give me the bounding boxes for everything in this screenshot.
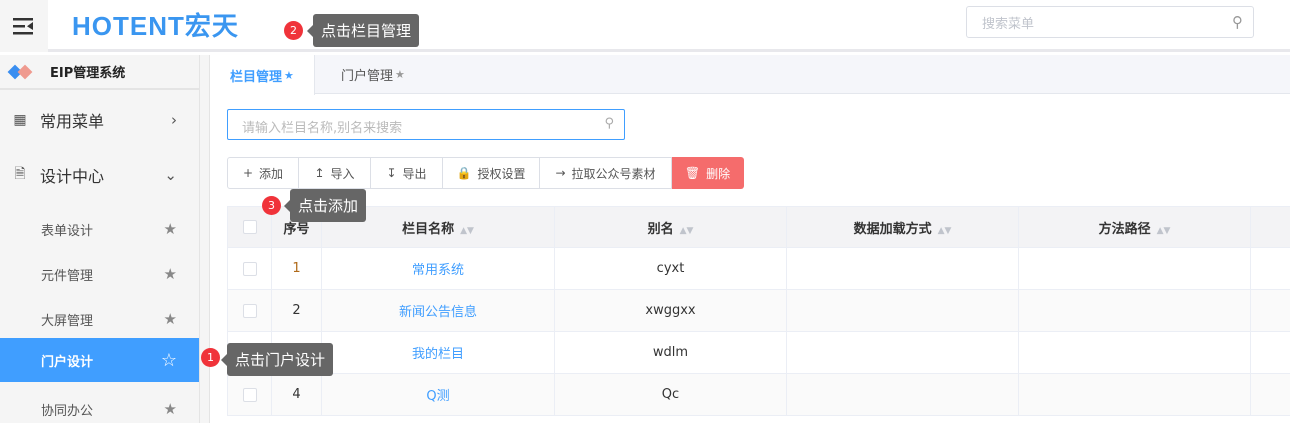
- download-icon: ↧: [386, 166, 396, 180]
- top-header: HOTENT宏天 搜索菜单⚲: [0, 0, 1290, 52]
- column-table: 序号 栏目名称▲▼ 别名▲▼ 数据加载方式▲▼ 方法路径▲▼ 1 常用系统 cyxt…: [227, 206, 1290, 416]
- row-no: 4: [272, 374, 322, 416]
- logo: HOTENT宏天: [72, 6, 239, 43]
- select-all-checkbox[interactable]: [243, 220, 257, 234]
- sidebar-group-common[interactable]: ▦常用菜单›: [0, 100, 199, 140]
- guide-tooltip: 点击门户设计: [227, 343, 333, 376]
- star-icon[interactable]: ★: [164, 310, 177, 328]
- row-checkbox[interactable]: [243, 388, 257, 402]
- pull-material-button[interactable]: →拉取公众号素材: [540, 157, 672, 189]
- system-logo-icon: [8, 65, 38, 79]
- table-row: 4 Q测 Qc: [228, 374, 1290, 416]
- row-no: 2: [272, 290, 322, 332]
- chevron-down-icon: ⌄: [164, 166, 177, 184]
- header-alias[interactable]: 别名▲▼: [555, 207, 787, 248]
- row-no: 1: [272, 248, 322, 290]
- menu-toggle-icon[interactable]: [0, 0, 48, 52]
- row-alias: Qc: [555, 374, 787, 416]
- sidebar-item-screen[interactable]: 大屏管理★: [0, 297, 199, 341]
- sort-icon[interactable]: ▲▼: [1157, 226, 1171, 236]
- sidebar-item-form-design[interactable]: 表单设计★: [0, 207, 199, 251]
- table-row: 2 新闻公告信息 xwggxx: [228, 290, 1290, 332]
- row-name-link[interactable]: 常用系统: [412, 263, 464, 278]
- chevron-right-icon: ›: [171, 111, 177, 129]
- tab-column-management[interactable]: 栏目管理★: [210, 55, 315, 95]
- star-icon[interactable]: ★: [164, 400, 177, 418]
- star-outline-icon[interactable]: ☆: [161, 350, 177, 371]
- sort-icon[interactable]: ▲▼: [680, 226, 694, 236]
- search-icon: ⚲: [1232, 13, 1243, 31]
- auth-settings-button[interactable]: 🔒授权设置: [443, 157, 540, 189]
- step-badge: 2: [284, 21, 303, 40]
- import-button[interactable]: ↥导入: [299, 157, 371, 189]
- sidebar: EIP管理系统 ▦常用菜单› 🗎设计中心⌄ 表单设计★ 元件管理★ 大屏管理★ …: [0, 55, 199, 423]
- star-icon: ★: [395, 68, 405, 81]
- step-badge: 1: [201, 348, 220, 367]
- search-icon: ⚲: [604, 116, 614, 131]
- sidebar-divider: [199, 55, 210, 423]
- row-name-link[interactable]: Q测: [426, 389, 449, 404]
- row-alias: xwggxx: [555, 290, 787, 332]
- sidebar-group-design[interactable]: 🗎设计中心⌄: [0, 155, 199, 195]
- guide-tooltip: 点击添加: [290, 189, 366, 222]
- row-alias: wdlm: [555, 332, 787, 374]
- lock-icon: 🔒: [457, 166, 472, 180]
- star-icon: ★: [284, 69, 294, 82]
- grid-icon: ▦: [0, 112, 40, 128]
- export-button[interactable]: ↧导出: [371, 157, 443, 189]
- sort-icon[interactable]: ▲▼: [938, 226, 952, 236]
- row-checkbox[interactable]: [243, 304, 257, 318]
- menu-search-input[interactable]: 搜索菜单⚲: [966, 6, 1254, 38]
- row-alias: cyxt: [555, 248, 787, 290]
- document-add-icon: 🗎: [0, 163, 40, 187]
- header-load-mode[interactable]: 数据加载方式▲▼: [787, 207, 1019, 248]
- system-title: EIP管理系统: [0, 55, 199, 90]
- toolbar: +添加 ↥导入 ↧导出 🔒授权设置 →拉取公众号素材 🗑删除: [227, 157, 744, 189]
- delete-button[interactable]: 🗑删除: [672, 157, 744, 189]
- row-checkbox[interactable]: [243, 262, 257, 276]
- table-row: 1 常用系统 cyxt: [228, 248, 1290, 290]
- arrow-right-icon: →: [555, 166, 565, 180]
- tab-bar: 栏目管理★ 门户管理★: [210, 55, 1290, 94]
- row-name-link[interactable]: 我的栏目: [412, 347, 464, 362]
- row-name-link[interactable]: 新闻公告信息: [399, 305, 477, 320]
- star-icon[interactable]: ★: [164, 265, 177, 283]
- trash-icon: 🗑: [685, 166, 700, 180]
- table-header: 序号 栏目名称▲▼ 别名▲▼ 数据加载方式▲▼ 方法路径▲▼: [228, 207, 1290, 248]
- tab-portal-management[interactable]: 门户管理★: [321, 55, 425, 94]
- plus-icon: +: [243, 166, 253, 180]
- column-search-input[interactable]: 请输入栏目名称,别名来搜索⚲: [227, 109, 625, 140]
- upload-icon: ↥: [314, 166, 324, 180]
- star-icon[interactable]: ★: [164, 220, 177, 238]
- table-row: 3我的栏目wdlm: [228, 332, 1290, 374]
- sort-icon[interactable]: ▲▼: [460, 226, 474, 236]
- sidebar-item-collab[interactable]: 协同办公★: [0, 387, 199, 431]
- add-button[interactable]: +添加: [227, 157, 299, 189]
- header-method-path[interactable]: 方法路径▲▼: [1019, 207, 1251, 248]
- guide-tooltip: 点击栏目管理: [313, 14, 419, 47]
- step-badge: 3: [262, 196, 281, 215]
- sidebar-item-component[interactable]: 元件管理★: [0, 252, 199, 296]
- sidebar-item-portal-design[interactable]: 门户设计☆: [0, 338, 199, 382]
